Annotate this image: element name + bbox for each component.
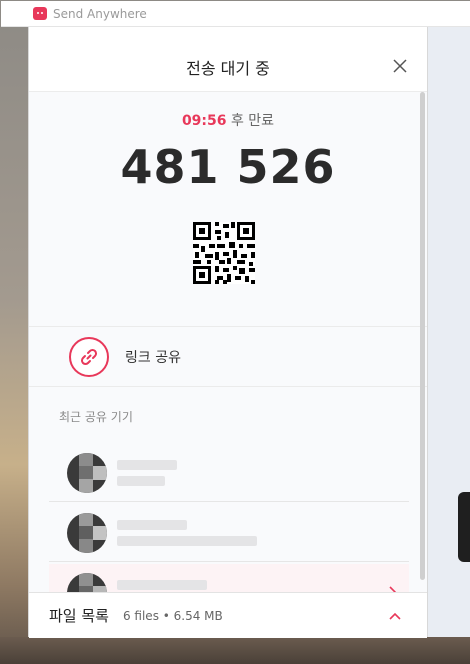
timer-suffix: 후 만료 [230,113,275,129]
recent-device-item-selected[interactable] [49,564,409,592]
scrollbar[interactable] [420,92,425,588]
file-list-bar[interactable]: 파일 목록 6 files • 6.54 MB [29,592,427,638]
device-name-redacted [117,459,177,486]
transfer-code: 481 526 [120,140,336,194]
device-avatar [67,452,107,493]
recent-devices-label: 최근 공유 기기 [59,410,133,424]
device-name-redacted [117,519,257,546]
device-name-redacted [117,580,207,592]
dialog-header: 전송 대기 중 [29,42,427,92]
device-avatar [67,573,107,592]
close-icon[interactable] [393,59,407,73]
chevron-up-icon[interactable] [389,611,401,621]
taskbar-area [0,637,470,664]
app-logo-icon [33,7,47,20]
timer-time: 09:56 [181,113,227,129]
qr-code [193,222,255,284]
app-title: Send Anywhere [53,6,147,21]
dialog-title: 전송 대기 중 [186,58,270,78]
file-list-info: 6 files • 6.54 MB [122,608,223,623]
desktop-edge-tab [458,492,470,562]
link-share-label: 링크 공유 [125,350,181,366]
recent-device-item[interactable] [49,504,409,562]
divider [29,386,427,387]
send-anywhere-window: Send Anywhere 전송 대기 중 09:56 후 만료 481 526 [1,1,470,638]
link-share-button[interactable]: 링크 공유 [29,328,427,386]
expiry-timer: 09:56 후 만료 [29,110,427,130]
link-icon [69,337,109,377]
transfer-panel: 09:56 후 만료 481 526 링크 공유 최근 공유 기기 [29,92,427,592]
file-list-title: 파일 목록 [49,607,109,625]
window-titlebar: Send Anywhere [1,1,470,27]
scrollbar-thumb[interactable] [420,92,425,580]
recent-device-item[interactable] [49,444,409,502]
device-avatar [67,512,107,553]
divider [29,326,427,327]
